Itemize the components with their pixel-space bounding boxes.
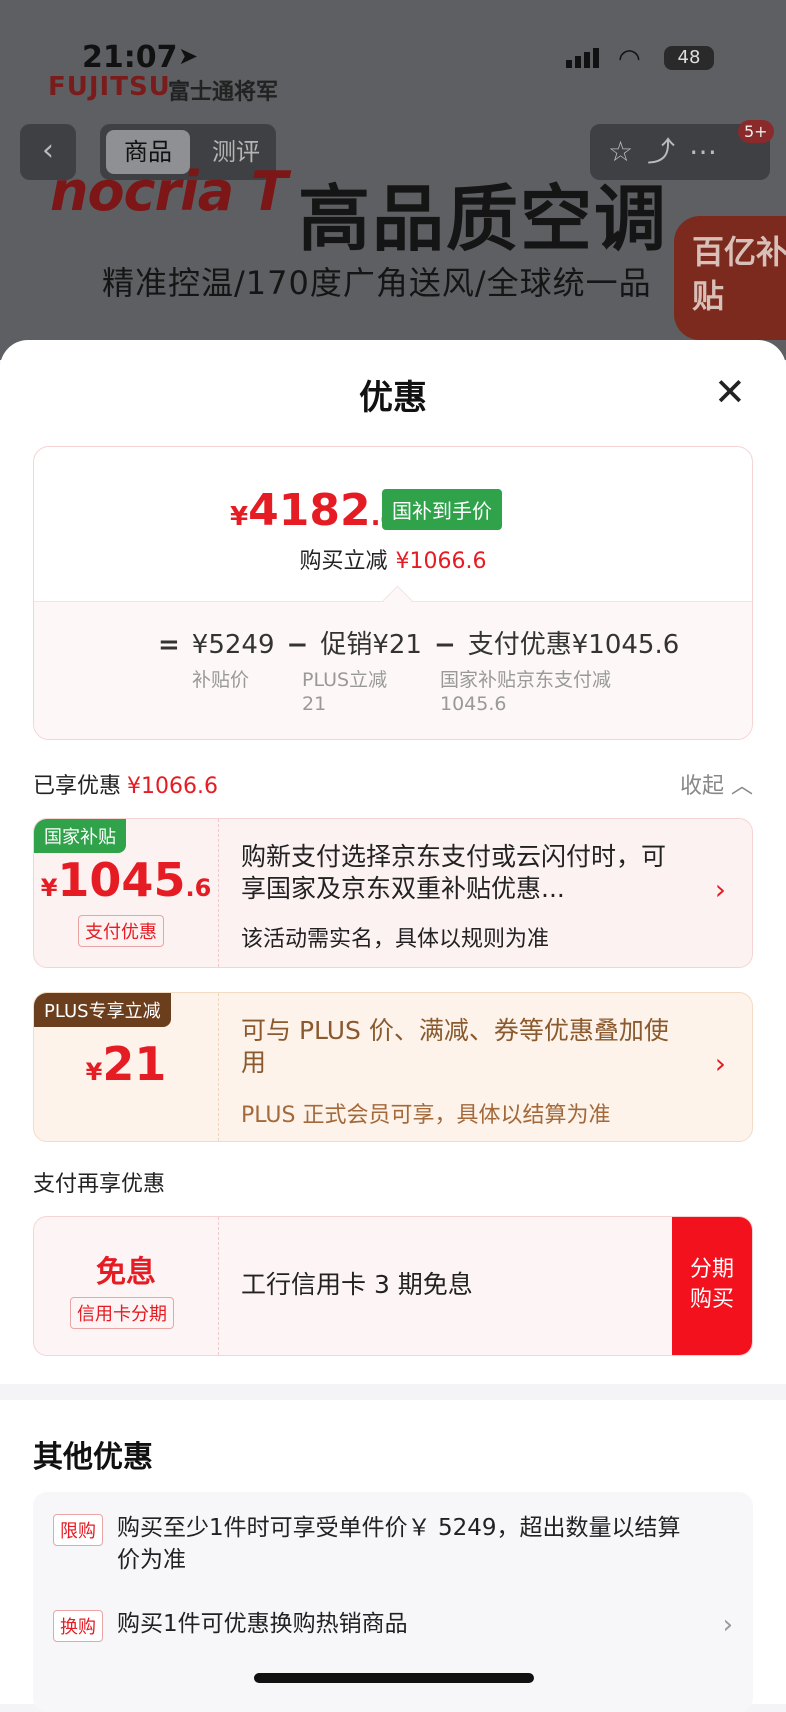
- sheet-title: 优惠: [359, 378, 427, 418]
- subsidy-note: 该活动需实名，具体以规则为准: [241, 927, 550, 952]
- price-formula: = ¥5249− 促销¥21− 支付优惠¥1045.6: [158, 630, 680, 660]
- chevron-right-icon: ›: [714, 1047, 726, 1080]
- plus-label: PLUS专享立减: [34, 993, 171, 1027]
- banner-headline: 高品质空调: [298, 177, 669, 261]
- plus-description: 可与 PLUS 价、满减、券等优惠叠加使用: [241, 1016, 669, 1077]
- banner-subline: 精准控温/170度广角送风/全球统一品: [102, 264, 652, 302]
- enjoyed-discount: 已享优惠 ¥1066.6: [33, 774, 218, 799]
- promo-discount: 促销¥21: [320, 630, 422, 660]
- product-logo: nocria T: [50, 160, 288, 223]
- list-item[interactable]: 换购 购买1件可优惠换购热销商品 ›: [53, 1608, 733, 1648]
- subsidy-amount: ¥1045.6: [40, 853, 212, 907]
- installment-description: 工行信用卡 3 期免息: [241, 1270, 473, 1299]
- limit-purchase-text: 购买至少1件时可享受单件价￥ 5249，超出数量以结算价为准: [117, 1515, 681, 1573]
- cellular-signal-icon: [566, 48, 602, 68]
- plus-note: PLUS 正式会员可享，具体以结算为准: [241, 1103, 611, 1128]
- brand-name: 富士通将军: [168, 80, 279, 105]
- base-price: ¥5249: [191, 630, 275, 660]
- credit-installment-tag: 信用卡分期: [70, 1297, 174, 1329]
- subsidy-description: 购新支付选择京东支付或云闪付时，可享国家及京东双重补贴优惠...: [241, 842, 667, 903]
- more-icon[interactable]: ⋯: [689, 135, 731, 168]
- collapse-button[interactable]: 收起 ︿: [680, 768, 753, 800]
- chevron-up-icon: ︿: [731, 774, 754, 799]
- location-arrow-icon: ➤: [178, 42, 199, 70]
- cart-badge: 5+: [738, 120, 774, 143]
- payment-discount-tag: 支付优惠: [78, 915, 164, 947]
- trade-up-text: 购买1件可优惠换购热销商品: [117, 1611, 408, 1637]
- discount-sheet: 优惠 ✕ ¥4182.4 国补到手价 购买立减¥1066.6 =¥5249−促销…: [0, 340, 786, 1712]
- other-discounts-title: 其他优惠: [33, 1440, 153, 1475]
- base-price-label: 补贴价: [192, 669, 250, 691]
- pay-again-title: 支付再享优惠: [33, 1172, 166, 1197]
- home-indicator: [254, 1673, 534, 1683]
- plus-discount-card[interactable]: PLUS专享立减 ¥21 可与 PLUS 价、满减、券等优惠叠加使用 PLUS …: [33, 992, 753, 1142]
- chevron-right-icon: ›: [714, 873, 726, 906]
- product-page-background: 21:07 ➤ ◠ 48 FUJITSU 富士通将军 ‹ 商品 测评 ☆⤴⋯ 5…: [0, 0, 786, 360]
- interest-free-title: 免息: [96, 1255, 156, 1290]
- payment-discount: 支付优惠¥1045.6: [467, 630, 680, 660]
- status-time: 21:07: [82, 40, 178, 75]
- list-item: 限购 购买至少1件时可享受单件价￥ 5249，超出数量以结算价为准: [53, 1512, 733, 1582]
- subsidy-discount-card[interactable]: 国家补贴 ¥1045.6 支付优惠 购新支付选择京东支付或云闪付时，可享国家及京…: [33, 818, 753, 968]
- installment-card: 免息 信用卡分期 工行信用卡 3 期免息 分期 购买: [33, 1216, 753, 1356]
- installment-buy-button[interactable]: 分期 购买: [672, 1217, 752, 1355]
- promo-label: PLUS立减 21: [302, 669, 388, 715]
- subsidy-label: 国家补贴: [34, 819, 126, 853]
- battery-icon: 48: [664, 46, 714, 70]
- brand-logo: FUJITSU: [48, 72, 171, 102]
- close-icon[interactable]: ✕: [714, 370, 746, 414]
- trade-up-tag: 换购: [53, 1610, 103, 1642]
- payment-discount-label: 国家补贴京东支付减 1045.6: [440, 669, 612, 715]
- limit-purchase-tag: 限购: [53, 1514, 103, 1546]
- price-summary-card: ¥4182.4 国补到手价 购买立减¥1066.6 =¥5249−促销¥21−支…: [33, 446, 753, 740]
- purchase-reduction: 购买立减 ¥1066.6: [299, 549, 487, 574]
- final-price-tag: 国补到手价: [382, 489, 502, 530]
- subsidy-tag: 百亿补贴: [674, 216, 786, 340]
- plus-amount: ¥21: [85, 1037, 167, 1091]
- chevron-right-icon: ›: [722, 1610, 733, 1640]
- wifi-icon: ◠: [618, 44, 641, 74]
- final-price: ¥4182.4: [230, 485, 399, 536]
